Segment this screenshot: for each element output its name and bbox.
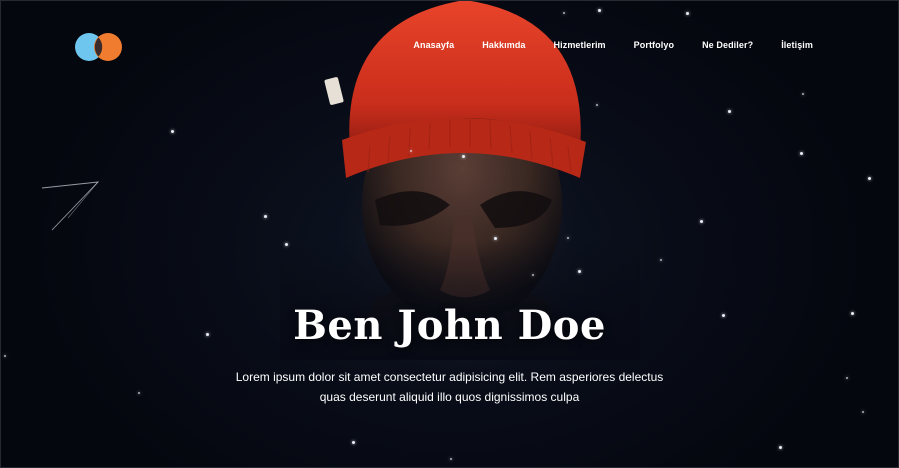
nav-item-hakkimda[interactable]: Hakkımda xyxy=(482,40,525,50)
star-dot xyxy=(686,12,689,15)
star-dot xyxy=(862,411,864,413)
star-dot xyxy=(410,150,412,152)
star-dot xyxy=(660,259,662,261)
star-dot xyxy=(171,130,174,133)
hero-section: Anasayfa Hakkımda Hizmetlerim Portfolyo … xyxy=(0,0,899,468)
hero-subtitle-line-2: quas deserunt aliquid illo quos dignissi… xyxy=(319,390,580,404)
star-dot xyxy=(450,458,452,460)
site-logo[interactable] xyxy=(74,31,124,63)
star-dot xyxy=(285,243,288,246)
star-dot xyxy=(598,9,601,12)
star-dot xyxy=(567,237,569,239)
star-dot xyxy=(4,355,6,357)
star-dot xyxy=(578,270,581,273)
star-dot xyxy=(352,441,355,444)
star-dot xyxy=(728,110,731,113)
star-dot xyxy=(800,152,803,155)
star-dot xyxy=(802,93,804,95)
constellation-lines xyxy=(41,181,100,231)
star-dot xyxy=(596,104,598,106)
star-dot xyxy=(532,274,534,276)
nav-item-portfolyo[interactable]: Portfolyo xyxy=(634,40,674,50)
main-nav: Anasayfa Hakkımda Hizmetlerim Portfolyo … xyxy=(413,40,813,50)
star-dot xyxy=(700,220,703,223)
nav-item-iletisim[interactable]: İletişim xyxy=(781,40,813,50)
star-dot xyxy=(563,12,565,14)
nav-item-anasayfa[interactable]: Anasayfa xyxy=(413,40,454,50)
star-dot xyxy=(138,392,140,394)
hero-subtitle-line-1: Lorem ipsum dolor sit amet consectetur a… xyxy=(235,370,664,384)
hero-subtitle: Lorem ipsum dolor sit amet consectetur a… xyxy=(210,367,689,407)
star-dot xyxy=(846,377,848,379)
star-dot xyxy=(868,177,871,180)
nav-item-hizmetlerim[interactable]: Hizmetlerim xyxy=(554,40,606,50)
star-dot xyxy=(494,237,497,240)
star-dot xyxy=(462,155,465,158)
star-dot xyxy=(264,215,267,218)
star-dot xyxy=(779,446,782,449)
nav-item-ne-dediler[interactable]: Ne Dediler? xyxy=(702,40,753,50)
hero-title: Ben John Doe xyxy=(293,302,606,349)
